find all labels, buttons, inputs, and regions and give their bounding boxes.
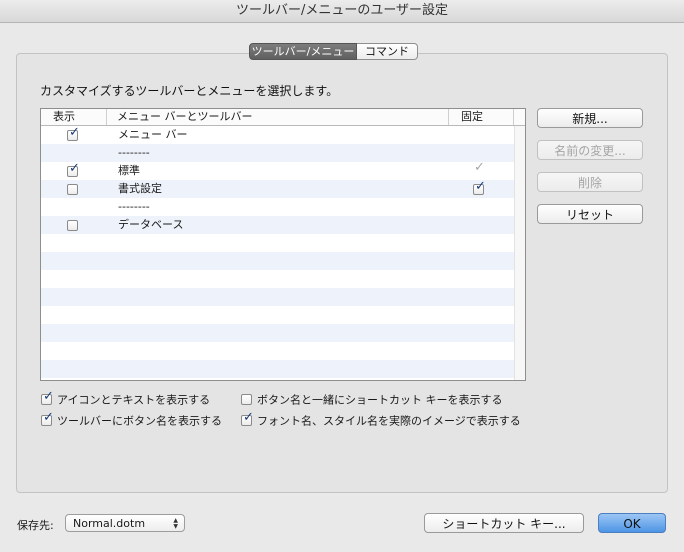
table-row[interactable]: ✓ メニュー バー xyxy=(41,126,525,144)
shortcut-keys-button[interactable]: ショートカット キー... xyxy=(424,513,584,533)
empty-row xyxy=(41,342,525,360)
table-scrollbar[interactable] xyxy=(514,126,525,380)
checkmark-icon: ✓ xyxy=(43,409,54,425)
rename-button[interactable]: 名前の変更... xyxy=(537,140,643,160)
stepper-arrows-icon: ▲ ▼ xyxy=(173,517,178,530)
fixed-checkbox[interactable]: ✓ xyxy=(473,180,486,195)
column-header-name[interactable]: メニュー バーとツールバー xyxy=(107,109,449,125)
row-name: データベース xyxy=(118,218,184,231)
icon-text-checkbox[interactable]: ✓ xyxy=(41,389,54,405)
empty-row xyxy=(41,324,525,342)
save-location-value: Normal.dotm xyxy=(73,517,146,530)
window-title-bar: ツールバー/メニューのユーザー設定 xyxy=(0,0,684,23)
column-header-fixed[interactable]: 固定 xyxy=(449,109,514,125)
toolbar-menu-table: 表示 メニュー バーとツールバー 固定 ✓ メニュー バー -------- ✓… xyxy=(40,108,526,381)
checkmark-icon: ✓ xyxy=(69,161,80,176)
table-row[interactable]: -------- xyxy=(41,198,525,216)
ok-button[interactable]: OK xyxy=(598,513,666,533)
option-label: ボタン名と一緒にショートカット キーを表示する xyxy=(257,393,503,407)
option-icon-text[interactable]: ✓ アイコンとテキストを表示する xyxy=(41,389,211,407)
row-separator: -------- xyxy=(118,146,150,159)
checkmark-icon: ✓ xyxy=(474,160,485,175)
table-row[interactable]: ✓ データベース xyxy=(41,216,525,234)
show-checkbox[interactable]: ✓ xyxy=(67,184,78,195)
save-location-label: 保存先: xyxy=(17,519,54,532)
option-label: アイコンとテキストを表示する xyxy=(57,393,211,407)
shortcut-keys-checkbox[interactable]: ✓ xyxy=(241,393,252,405)
table-body: ✓ メニュー バー -------- ✓ 標準 ✓ ✓ 書式設定 ✓ -----… xyxy=(41,126,525,378)
show-checkbox[interactable]: ✓ xyxy=(67,126,80,141)
empty-row xyxy=(41,270,525,288)
option-label: フォント名、スタイル名を実際のイメージで表示する xyxy=(257,414,521,428)
row-name: 標準 xyxy=(118,164,140,177)
checkmark-icon: ✓ xyxy=(243,409,254,425)
tab-commands[interactable]: コマンド xyxy=(357,43,418,60)
delete-button[interactable]: 削除 xyxy=(537,172,643,192)
table-row[interactable]: ✓ 標準 ✓ xyxy=(41,161,525,180)
checkmark-icon: ✓ xyxy=(475,179,486,194)
option-label: ツールバーにボタン名を表示する xyxy=(57,414,222,428)
checkmark-icon: ✓ xyxy=(43,388,54,404)
column-header-show[interactable]: 表示 xyxy=(41,109,107,125)
empty-row xyxy=(41,234,525,252)
row-name: メニュー バー xyxy=(118,128,188,141)
empty-row xyxy=(41,252,525,270)
table-header: 表示 メニュー バーとツールバー 固定 xyxy=(41,109,525,126)
table-row[interactable]: ✓ 書式設定 ✓ xyxy=(41,180,525,198)
option-shortcut-keys[interactable]: ✓ ボタン名と一緒にショートカット キーを表示する xyxy=(241,393,503,407)
tab-bar: ツールバー/メニュー コマンド xyxy=(249,43,418,60)
row-name: 書式設定 xyxy=(118,182,162,195)
table-row[interactable]: -------- xyxy=(41,144,525,162)
show-checkbox[interactable]: ✓ xyxy=(67,162,80,177)
tab-toolbars-menus[interactable]: ツールバー/メニュー xyxy=(249,43,357,60)
show-checkbox[interactable]: ✓ xyxy=(67,220,78,231)
save-location-select[interactable]: Normal.dotm ▲ ▼ xyxy=(65,514,185,532)
button-names-checkbox[interactable]: ✓ xyxy=(41,410,54,426)
empty-row xyxy=(41,288,525,306)
row-separator: -------- xyxy=(118,200,150,213)
option-button-names[interactable]: ✓ ツールバーにボタン名を表示する xyxy=(41,410,222,428)
empty-row xyxy=(41,306,525,324)
fixed-checkbox: ✓ xyxy=(473,161,485,177)
option-font-preview[interactable]: ✓ フォント名、スタイル名を実際のイメージで表示する xyxy=(241,410,521,428)
reset-button[interactable]: リセット xyxy=(537,204,643,224)
new-button[interactable]: 新規... xyxy=(537,108,643,128)
font-preview-checkbox[interactable]: ✓ xyxy=(241,410,254,426)
window-title: ツールバー/メニューのユーザー設定 xyxy=(235,3,449,18)
checkmark-icon: ✓ xyxy=(69,125,80,140)
empty-row xyxy=(41,360,525,378)
instruction-text: カスタマイズするツールバーとメニューを選択します。 xyxy=(40,84,339,98)
